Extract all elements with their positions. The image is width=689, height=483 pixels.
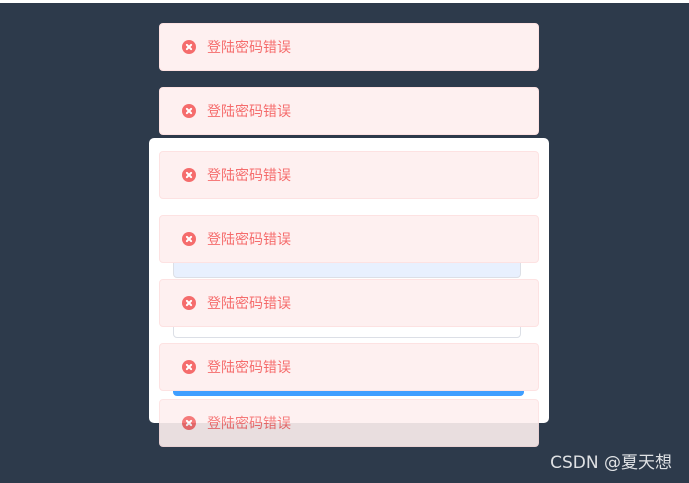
error-toast: 登陆密码错误 [159,343,539,391]
error-circle-icon [182,168,196,182]
toast-message: 登陆密码错误 [207,360,291,376]
error-circle-icon [182,232,196,246]
watermark: CSDN @夏天想 [550,453,672,473]
error-circle-icon [182,416,196,430]
error-toast: 登陆密码错误 [159,215,539,263]
toast-message: 登陆密码错误 [207,232,291,248]
toast-message: 登陆密码错误 [207,168,291,184]
error-circle-icon [182,104,196,118]
error-circle-icon [182,296,196,310]
error-circle-icon [182,360,196,374]
top-strip [0,0,689,3]
error-circle-icon [182,40,196,54]
error-toast: 登陆密码错误 [159,399,539,447]
toast-message: 登陆密码错误 [207,296,291,312]
error-toast: 登陆密码错误 [159,279,539,327]
toast-message: 登陆密码错误 [207,40,291,56]
error-toast: 登陆密码错误 [159,87,539,135]
error-toast: 登陆密码错误 [159,23,539,71]
toast-message: 登陆密码错误 [207,104,291,120]
toast-message: 登陆密码错误 [207,416,291,432]
error-toast: 登陆密码错误 [159,151,539,199]
